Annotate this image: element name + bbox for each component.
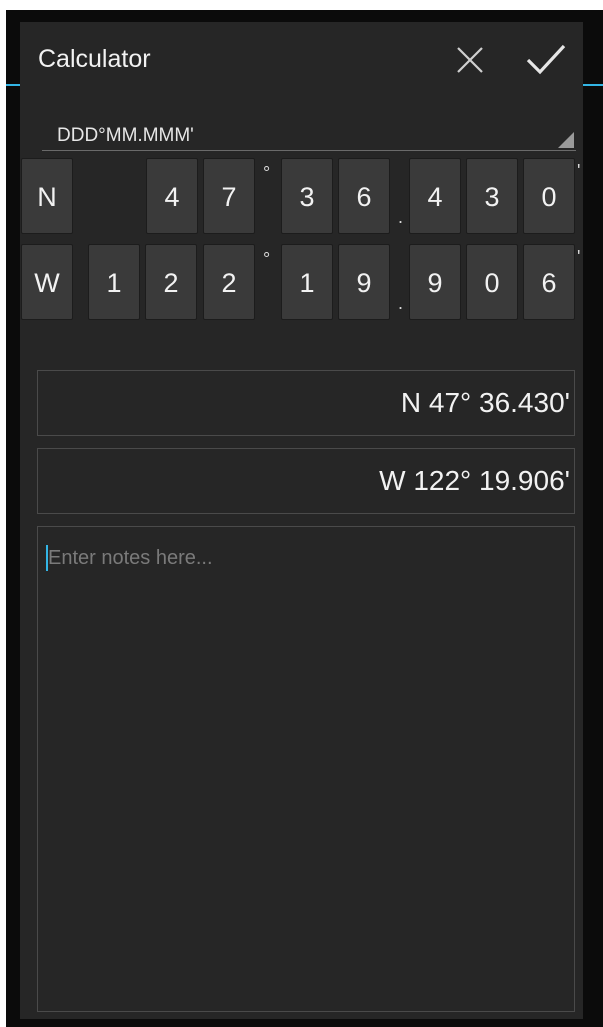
dialog-title: Calculator [38,45,151,73]
close-icon [457,47,483,73]
background-accent-line [6,84,20,86]
latitude-degree-digit[interactable]: 4 [146,158,198,234]
longitude-minute-digit[interactable]: 9 [338,244,390,320]
notes-placeholder: Enter notes here... [48,547,213,569]
format-dropdown-underline [42,150,576,151]
format-dropdown-value: DDD°MM.MMM' [57,125,194,146]
decimal-point: . [398,207,404,227]
close-button[interactable] [448,38,492,82]
confirm-button[interactable] [524,38,568,82]
longitude-decimal-digit[interactable]: 6 [523,244,575,320]
longitude-decimal-digit[interactable]: 0 [466,244,518,320]
latitude-minute-digit[interactable]: 3 [281,158,333,234]
latitude-hemisphere-button[interactable]: N [21,158,73,234]
latitude-input-row: N 4 7 ° 3 6 . 4 3 0 ' [20,158,583,238]
format-dropdown[interactable]: DDD°MM.MMM' [42,118,576,156]
longitude-degree-digit[interactable]: 2 [203,244,255,320]
latitude-decimal-digit[interactable]: 0 [523,158,575,234]
calculator-screen: Calculator DDD°MM.MMM' N 4 7 ° 3 6 . 4 3… [0,0,603,1027]
longitude-hemisphere-button[interactable]: W [21,244,73,320]
longitude-result-field[interactable]: W 122° 19.906' [37,448,575,514]
notes-textarea[interactable]: Enter notes here... [37,526,575,1012]
dropdown-corner-icon [558,132,574,148]
latitude-decimal-digit[interactable]: 4 [409,158,461,234]
minute-symbol: ' [577,161,581,181]
longitude-degree-digit[interactable]: 1 [88,244,140,320]
latitude-result-field[interactable]: N 47° 36.430' [37,370,575,436]
longitude-minute-digit[interactable]: 1 [281,244,333,320]
check-icon [526,44,566,75]
minute-symbol: ' [577,247,581,267]
degree-symbol: ° [263,163,271,183]
longitude-decimal-digit[interactable]: 9 [409,244,461,320]
calculator-dialog: Calculator DDD°MM.MMM' N 4 7 ° 3 6 . 4 3… [20,22,583,1019]
latitude-decimal-digit[interactable]: 3 [466,158,518,234]
background-accent-line [583,84,603,86]
longitude-degree-digit[interactable]: 2 [145,244,197,320]
degree-symbol: ° [263,249,271,269]
decimal-point: . [398,293,404,313]
latitude-minute-digit[interactable]: 6 [338,158,390,234]
latitude-degree-digit[interactable]: 7 [203,158,255,234]
longitude-input-row: W 1 2 2 ° 1 9 . 9 0 6 ' [20,244,583,324]
